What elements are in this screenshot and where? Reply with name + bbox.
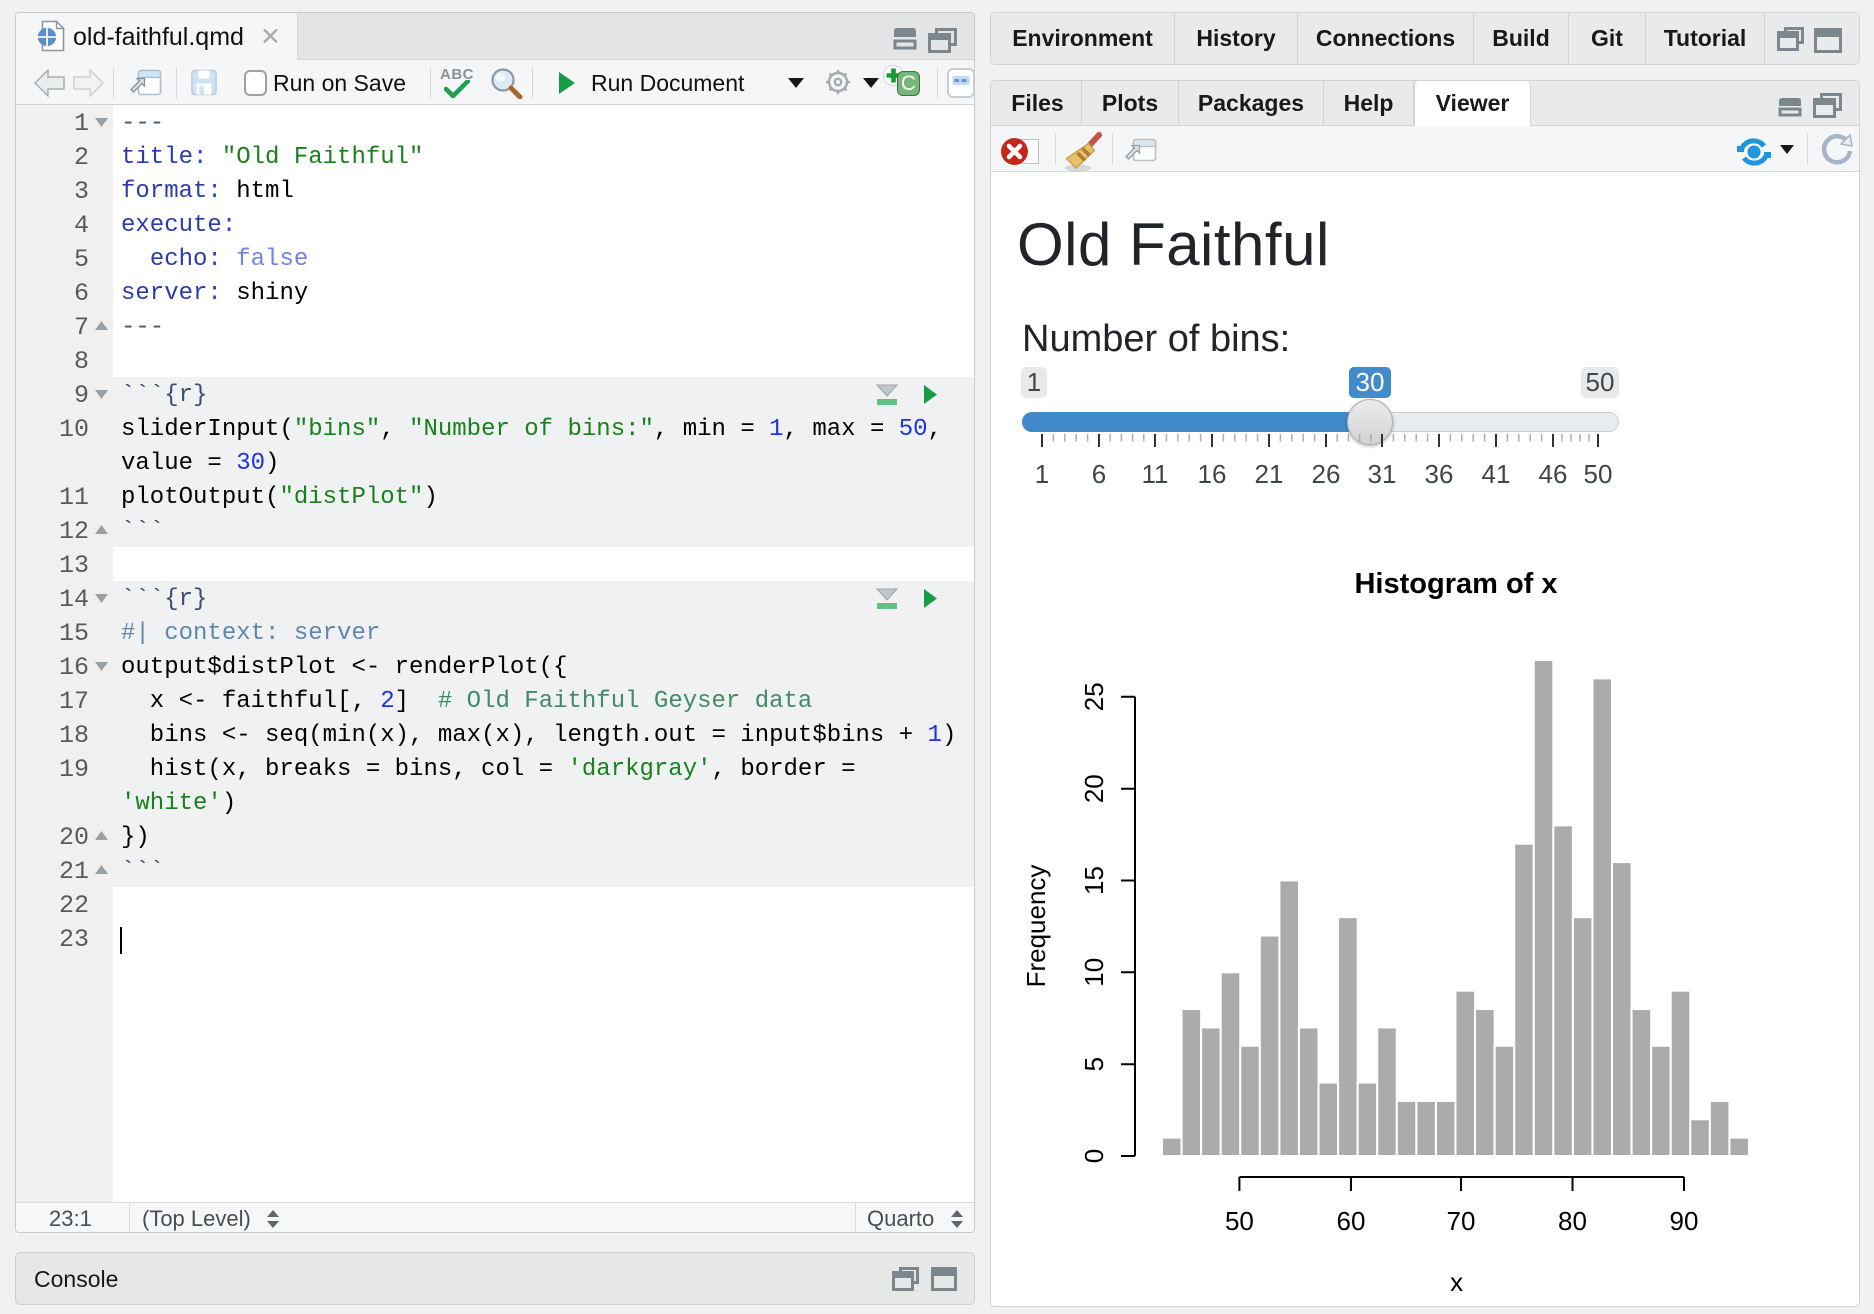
svg-text:0: 0 xyxy=(1079,1149,1109,1163)
svg-text:90: 90 xyxy=(1670,1206,1699,1236)
svg-text:50: 50 xyxy=(1225,1206,1254,1236)
svg-text:5: 5 xyxy=(1079,1057,1109,1071)
svg-text:25: 25 xyxy=(1079,682,1109,711)
svg-text:26: 26 xyxy=(1312,459,1341,489)
svg-text:46: 46 xyxy=(1539,459,1568,489)
svg-text:16: 16 xyxy=(1198,459,1227,489)
svg-text:50: 50 xyxy=(1584,459,1613,489)
svg-text:10: 10 xyxy=(1079,958,1109,987)
svg-text:Frequency: Frequency xyxy=(1021,865,1051,988)
svg-text:x: x xyxy=(1450,1267,1463,1297)
svg-text:Histogram of x: Histogram of x xyxy=(1354,568,1557,600)
svg-text:6: 6 xyxy=(1092,459,1106,489)
svg-text:70: 70 xyxy=(1447,1206,1476,1236)
svg-text:21: 21 xyxy=(1255,459,1284,489)
svg-text:80: 80 xyxy=(1558,1206,1587,1236)
svg-text:41: 41 xyxy=(1482,459,1511,489)
svg-text:15: 15 xyxy=(1079,866,1109,895)
svg-text:60: 60 xyxy=(1337,1206,1366,1236)
svg-text:36: 36 xyxy=(1425,459,1454,489)
svg-text:1: 1 xyxy=(1035,459,1049,489)
svg-text:20: 20 xyxy=(1079,774,1109,803)
svg-text:11: 11 xyxy=(1142,459,1169,489)
svg-text:31: 31 xyxy=(1368,459,1397,489)
